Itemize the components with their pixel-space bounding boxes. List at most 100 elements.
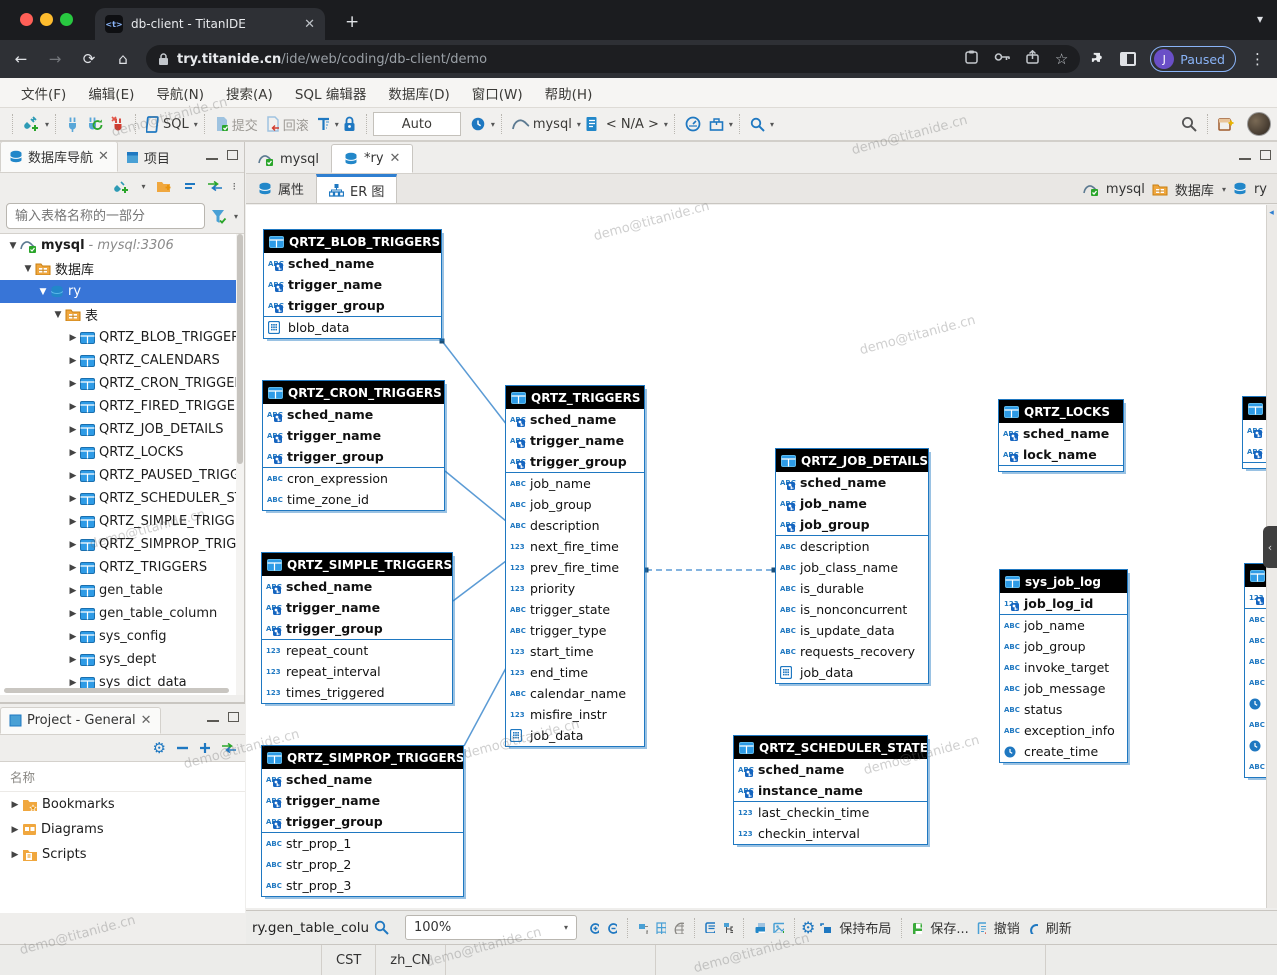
refresh-label[interactable]: 刷新	[1046, 918, 1072, 937]
sql-editor-dropdown[interactable]: ▾	[194, 120, 198, 129]
tree-item-sys_dept[interactable]: ▶sys_dept	[0, 648, 244, 671]
project-item-Scripts[interactable]: ▶Scripts	[0, 842, 245, 867]
menu-数据库D[interactable]: 数据库(D)	[377, 83, 460, 103]
tree-item-QRTZ_PAUSED_TRIGGERS[interactable]: ▶QRTZ_PAUSED_TRIGGERS	[0, 464, 244, 487]
reconnect-button[interactable]	[84, 114, 106, 134]
er-column-str_prop_3[interactable]: ABCstr_prop_3	[262, 875, 463, 896]
er-table-QRTZ_SIMPLE_TRIGGERS[interactable]: QRTZ_SIMPLE_TRIGGERSABCsched_nameABCtrig…	[261, 552, 453, 704]
extensions-puzzle-icon[interactable]	[1090, 51, 1106, 67]
locale-indicator[interactable]: zh_CN	[376, 945, 445, 975]
active-schema-button[interactable]: < N/A >	[603, 115, 662, 134]
back-icon[interactable]: ←	[8, 50, 34, 68]
er-column-job_name[interactable]: ABCjob_name	[1000, 615, 1127, 636]
mac-zoom-button[interactable]	[60, 13, 73, 26]
tree-item-QRTZ_LOCKS[interactable]: ▶QRTZ_LOCKS	[0, 441, 244, 464]
chevron-right-icon[interactable]: ▶	[66, 379, 80, 389]
chevron-right-icon[interactable]: ▶	[66, 609, 80, 619]
filter-funnel-icon[interactable]	[211, 209, 227, 224]
er-column-lock_name[interactable]: ABClock_name	[999, 444, 1123, 465]
tab-close-icon[interactable]: ✕	[390, 151, 401, 166]
timezone-indicator[interactable]: CST	[322, 945, 376, 975]
new-connection-button[interactable]	[20, 114, 43, 134]
tab-database-navigator[interactable]: 数据库导航 ✕	[0, 141, 118, 172]
er-column-trigger_group[interactable]: ABCtrigger_group	[263, 446, 444, 467]
db-stack-icon[interactable]	[1233, 182, 1247, 196]
chevron-right-icon[interactable]: ▶	[66, 471, 80, 481]
chevron-right-icon[interactable]: ▶	[8, 850, 22, 860]
collapse-panel-handle[interactable]: ‹	[1263, 526, 1277, 568]
er-column-sched_name[interactable]: ABCsched_name	[506, 409, 644, 430]
tab-close-icon[interactable]: ✕	[141, 713, 152, 728]
er-column-sched_name[interactable]: ABCsched_name	[262, 576, 452, 597]
er-column-sched_name[interactable]: ABCsched_name	[776, 472, 928, 493]
fit-page-icon[interactable]	[671, 920, 687, 936]
menu-搜索A[interactable]: 搜索(A)	[215, 83, 284, 103]
er-column-requests_recovery[interactable]: ABCrequests_recovery	[776, 641, 928, 662]
keep-layout-label[interactable]: 保持布局	[839, 918, 891, 937]
diagram-settings-gear-icon[interactable]: ⚙	[801, 918, 815, 937]
er-column-repeat_interval[interactable]: 123repeat_interval	[262, 661, 452, 682]
subtab-properties[interactable]: 属性	[246, 174, 316, 203]
disconnect-button[interactable]	[108, 114, 128, 134]
menu-帮助H[interactable]: 帮助(H)	[534, 83, 604, 103]
auto-layout-icon[interactable]	[635, 920, 651, 936]
er-table-header[interactable]: QRTZ_JOB_DETAILS	[776, 449, 928, 472]
er-column-status[interactable]: ABCstatus	[1000, 699, 1127, 720]
rollback-button[interactable]: 回滚	[263, 113, 312, 136]
minimize-editor-icon[interactable]	[1239, 156, 1251, 160]
print-icon[interactable]	[751, 920, 768, 935]
tasks-button[interactable]	[706, 114, 727, 134]
subtab-er-diagram[interactable]: ER 图	[316, 174, 397, 203]
er-column-exception_info[interactable]: ABCexception_info	[1000, 720, 1127, 741]
tree-item-表[interactable]: ▼表	[0, 303, 244, 326]
save-label[interactable]: 保存...	[930, 918, 968, 937]
er-column-end_time[interactable]: 123end_time	[506, 662, 644, 683]
er-column-trigger_group[interactable]: ABCtrigger_group	[264, 295, 441, 316]
er-column-job_group[interactable]: ABCjob_group	[506, 494, 644, 515]
chevron-right-icon[interactable]: ▶	[66, 517, 80, 527]
open-view-button[interactable]	[1215, 114, 1238, 134]
menu-窗口W[interactable]: 窗口(W)	[461, 83, 534, 103]
search-db-button[interactable]	[747, 115, 768, 134]
tree-item-QRTZ_BLOB_TRIGGERS[interactable]: ▶QRTZ_BLOB_TRIGGERS	[0, 326, 244, 349]
editor-tab-ry[interactable]: *ry ✕	[331, 144, 413, 173]
er-column-trigger_group[interactable]: ABCtrigger_group	[506, 451, 644, 472]
tree-item-数据库[interactable]: ▼数据库	[0, 257, 244, 280]
user-avatar[interactable]	[1247, 112, 1271, 136]
transaction-dropdown[interactable]: ▾	[335, 120, 339, 129]
zoom-out-icon[interactable]	[604, 920, 620, 936]
connection-dropdown[interactable]: ▾	[577, 120, 581, 129]
clipboard-icon[interactable]	[965, 50, 978, 64]
split-view-icon[interactable]	[1120, 52, 1136, 66]
er-column-job_log_id[interactable]: 123job_log_id	[1000, 593, 1127, 614]
er-column-job_group[interactable]: ABCjob_group	[776, 514, 928, 535]
refresh-icon[interactable]	[1025, 920, 1041, 936]
chevron-down-icon[interactable]: ▼	[36, 287, 50, 297]
er-column-instance_name[interactable]: ABCinstance_name	[734, 780, 927, 801]
menu-编辑E[interactable]: 编辑(E)	[77, 83, 145, 103]
tree-item-QRTZ_SCHEDULER_STATE[interactable]: ▶QRTZ_SCHEDULER_STATE	[0, 487, 244, 510]
mac-minimize-button[interactable]	[40, 13, 53, 26]
er-column-last_checkin_time[interactable]: 123last_checkin_time	[734, 802, 927, 823]
er-column-calendar_name[interactable]: ABCcalendar_name	[506, 683, 644, 704]
tree-item-QRTZ_SIMPROP_TRIGGERS[interactable]: ▶QRTZ_SIMPROP_TRIGGERS	[0, 533, 244, 556]
password-key-icon[interactable]	[994, 50, 1010, 64]
chevron-down-icon[interactable]: ▼	[51, 310, 65, 320]
filter-dropdown[interactable]: ▾	[234, 212, 238, 221]
er-column-description[interactable]: ABCdescription	[776, 536, 928, 557]
chevron-right-icon[interactable]: ▶	[66, 494, 80, 504]
er-column-trigger_name[interactable]: ABCtrigger_name	[506, 430, 644, 451]
tree-item-gen_table[interactable]: ▶gen_table	[0, 579, 244, 602]
er-column-sched_name[interactable]: ABCsched_name	[263, 404, 444, 425]
chevron-right-icon[interactable]: ▶	[66, 586, 80, 596]
navigator-hscrollbar[interactable]	[4, 688, 229, 693]
er-column-create_time[interactable]: create_time	[1000, 741, 1127, 762]
tab-project-general[interactable]: Project - General ✕	[0, 707, 161, 734]
dashboard-button[interactable]	[682, 114, 704, 134]
undo-script-icon[interactable]	[974, 920, 989, 936]
er-column-misfire_instr[interactable]: 123misfire_instr	[506, 704, 644, 725]
chevron-right-icon[interactable]: ▶	[66, 333, 80, 343]
chevron-right-icon[interactable]: ▶	[66, 448, 80, 458]
er-column-repeat_count[interactable]: 123repeat_count	[262, 640, 452, 661]
tab-search-chevron-icon[interactable]: ▾	[1257, 12, 1263, 26]
